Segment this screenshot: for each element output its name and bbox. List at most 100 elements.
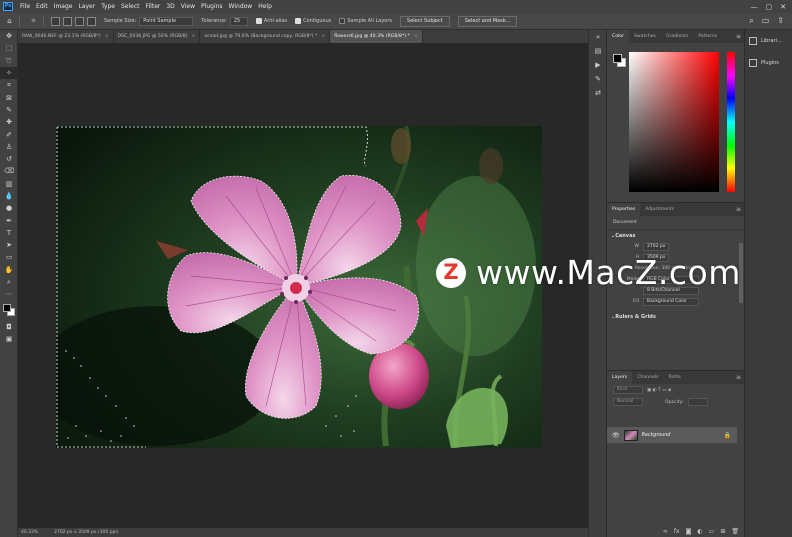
tab-ocelot[interactable]: ocelot.jpg @ 79.6% (Background copy, RGB…	[200, 30, 331, 43]
adjust-icon[interactable]: ⇄	[589, 86, 607, 100]
tab-flowers6[interactable]: flowers6.jpg @ 40.3% (RGB/8*) * ×	[330, 30, 423, 43]
sample-all-layers-checkbox[interactable]	[339, 18, 346, 24]
subtract-selection-mode-icon[interactable]	[75, 16, 84, 26]
libraries-panel-button[interactable]: Librari...	[745, 30, 792, 52]
width-input[interactable]: 2702 px	[643, 242, 670, 251]
contiguous-checkbox[interactable]	[295, 18, 302, 24]
eraser-tool-icon[interactable]: ⌫	[0, 165, 18, 177]
marquee-tool-icon[interactable]: ⬚	[0, 42, 18, 54]
tab-patterns[interactable]: Patterns	[693, 30, 722, 43]
quick-mask-icon[interactable]: ◘	[0, 321, 18, 333]
dodge-tool-icon[interactable]: ●	[0, 202, 18, 214]
collapse-panels-icon[interactable]: «	[589, 30, 607, 44]
menu-plugins[interactable]: Plugins	[198, 3, 226, 10]
menu-type[interactable]: Type	[98, 3, 118, 10]
healing-brush-tool-icon[interactable]: ✚	[0, 116, 18, 128]
tab-properties[interactable]: Properties	[607, 203, 641, 216]
layer-kind-filter[interactable]: Kind	[613, 386, 643, 394]
menu-window[interactable]: Window	[226, 3, 256, 10]
mask-icon[interactable]: ◙	[686, 528, 692, 535]
search-icon[interactable]: ⌕	[749, 16, 753, 26]
blur-tool-icon[interactable]: 💧	[0, 190, 18, 202]
eye-icon[interactable]: 👁	[612, 432, 620, 439]
tab-adjustments[interactable]: Adjustments	[640, 203, 679, 216]
select-subject-button[interactable]: Select Subject	[400, 15, 450, 27]
tab-color[interactable]: Color	[607, 30, 629, 43]
eyedropper-tool-icon[interactable]: ✎	[0, 104, 18, 116]
link-icon[interactable]: ∞	[663, 528, 668, 535]
tab-raw-9046[interactable]: RAW_9046.NEF @ 23.1% (RGB/8*) ×	[18, 30, 114, 43]
actions-icon[interactable]: ▶	[589, 58, 607, 72]
plugins-panel-button[interactable]: Plugins	[745, 52, 792, 74]
zoom-tool-icon[interactable]: ⌕	[0, 276, 18, 288]
move-tool-icon[interactable]: ✥	[0, 30, 18, 42]
layer-row-background[interactable]: 👁 Background 🔒	[607, 427, 737, 443]
menu-layer[interactable]: Layer	[75, 3, 98, 10]
tab-paths[interactable]: Paths	[663, 371, 686, 384]
fill-select[interactable]: Background Color	[643, 297, 699, 306]
add-selection-mode-icon[interactable]	[63, 16, 72, 26]
zoom-level[interactable]: 40.33%	[21, 530, 38, 535]
history-brush-tool-icon[interactable]: ↺	[0, 153, 18, 165]
foreground-color-chip[interactable]	[613, 54, 622, 63]
path-selection-tool-icon[interactable]: ➤	[0, 239, 18, 251]
brush-settings-icon[interactable]: ✎	[589, 72, 607, 86]
menu-image[interactable]: Image	[51, 3, 76, 10]
pen-tool-icon[interactable]: ✒	[0, 214, 18, 226]
home-icon[interactable]: ⌂	[4, 16, 15, 27]
select-and-mask-button[interactable]: Select and Mask...	[457, 15, 518, 27]
sample-size-select[interactable]: Point Sample	[139, 16, 194, 26]
close-tab-icon[interactable]: ×	[192, 34, 196, 39]
tab-channels[interactable]: Channels	[632, 371, 663, 384]
menu-file[interactable]: File	[17, 3, 33, 10]
new-selection-mode-icon[interactable]	[51, 16, 60, 26]
rectangle-tool-icon[interactable]: ▭	[0, 251, 18, 263]
close-button[interactable]: ✕	[780, 3, 786, 11]
tab-layers[interactable]: Layers	[607, 371, 633, 384]
clone-stamp-tool-icon[interactable]: ♙	[0, 141, 18, 153]
brush-tool-icon[interactable]: ✐	[0, 128, 18, 140]
menu-3d[interactable]: 3D	[163, 3, 177, 10]
minimize-button[interactable]: —	[751, 3, 758, 11]
type-tool-icon[interactable]: T	[0, 227, 18, 239]
adjustment-icon[interactable]: ◐	[697, 528, 702, 535]
hue-slider[interactable]	[727, 52, 735, 192]
lock-icon[interactable]: 🔒	[724, 432, 731, 439]
magic-wand-preset-icon[interactable]: ✧	[28, 16, 39, 27]
opacity-input[interactable]	[687, 398, 708, 406]
screen-mode-icon[interactable]: ▣	[0, 333, 18, 345]
close-tab-icon[interactable]: ×	[414, 34, 418, 39]
workspace-icon[interactable]: ▭	[762, 16, 770, 26]
menu-edit[interactable]: Edit	[33, 3, 51, 10]
group-icon[interactable]: ▭	[709, 528, 715, 535]
tolerance-input[interactable]: 25	[229, 16, 248, 26]
foreground-color-swatch[interactable]	[3, 303, 11, 312]
tab-gradients[interactable]: Gradients	[661, 30, 693, 43]
hand-tool-icon[interactable]: ✋	[0, 264, 18, 276]
tab-swatches[interactable]: Swatches	[629, 30, 661, 43]
share-icon[interactable]: ⇪	[777, 16, 784, 26]
menu-help[interactable]: Help	[255, 3, 275, 10]
frame-tool-icon[interactable]: ⊠	[0, 91, 18, 103]
color-swatches[interactable]	[0, 301, 18, 321]
blend-mode-select[interactable]: Normal	[613, 398, 643, 406]
menu-view[interactable]: View	[178, 3, 198, 10]
intersect-selection-mode-icon[interactable]	[87, 16, 96, 26]
magic-wand-tool-icon[interactable]: ✧	[0, 66, 18, 80]
menu-filter[interactable]: Filter	[143, 3, 164, 10]
lasso-tool-icon[interactable]: ➰	[0, 55, 18, 67]
anti-alias-checkbox[interactable]	[255, 18, 262, 24]
close-tab-icon[interactable]: ×	[105, 34, 109, 39]
crop-tool-icon[interactable]: ⌗	[0, 79, 18, 91]
color-picker-field[interactable]	[629, 52, 719, 192]
canvas-section-header[interactable]: ⌄ Canvas	[607, 230, 745, 241]
close-tab-icon[interactable]: ×	[321, 34, 325, 39]
more-tools-icon[interactable]: ⋯	[0, 288, 18, 300]
maximize-button[interactable]: ▢	[766, 3, 773, 11]
tab-dsc-0036[interactable]: DSC_0036.JPG @ 50% (RGB/8) ×	[114, 30, 201, 43]
new-layer-icon[interactable]: ⊞	[720, 528, 725, 535]
history-icon[interactable]: ▤	[589, 44, 607, 58]
fx-icon[interactable]: fx	[674, 528, 680, 535]
trash-icon[interactable]: 🗑	[731, 528, 739, 535]
menu-select[interactable]: Select	[118, 3, 143, 10]
